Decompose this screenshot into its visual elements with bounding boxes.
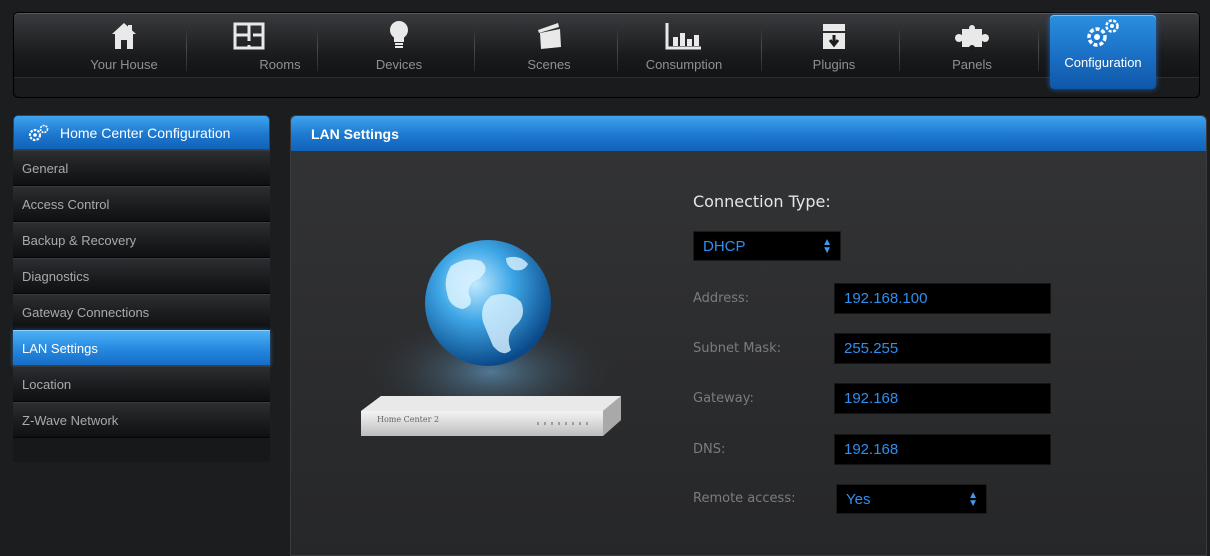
remote-access-label: Remote access:	[693, 491, 796, 506]
address-label: Address:	[693, 291, 750, 306]
nav-divider	[474, 25, 475, 71]
address-input[interactable]: 192.168.100	[834, 283, 1051, 314]
nav-divider	[761, 25, 762, 71]
sidebar-item-location[interactable]: Location	[13, 366, 270, 402]
connection-type-label: Connection Type:	[693, 192, 831, 211]
nav-divider	[317, 25, 318, 71]
sidebar-item-access-control[interactable]: Access Control	[13, 186, 270, 222]
remote-access-select[interactable]: Yes ▲ ▼	[836, 484, 987, 514]
bulb-icon	[387, 17, 411, 51]
nav-label: Your House	[90, 57, 158, 72]
sidebar-title: Home Center Configuration	[60, 124, 231, 141]
dns-input[interactable]: 192.168	[834, 434, 1051, 465]
globe-device-illustration: Home Center 2	[341, 196, 641, 470]
main-nav-bar: Your House Rooms Devices Scenes Consumpt…	[13, 12, 1200, 98]
nav-divider	[899, 25, 900, 71]
nav-item-panels[interactable]: Panels	[907, 17, 1037, 77]
nav-label: Plugins	[812, 57, 856, 72]
nav-divider	[1038, 25, 1039, 71]
select-arrows-icon: ▲ ▼	[822, 237, 832, 256]
clapperboard-icon	[534, 17, 564, 51]
nav-item-configuration[interactable]: Configuration	[1050, 15, 1156, 89]
house-icon	[110, 17, 138, 51]
sidebar-item-backup-recovery[interactable]: Backup & Recovery	[13, 222, 270, 258]
rooms-icon	[231, 17, 267, 51]
sidebar-item-diagnostics[interactable]: Diagnostics	[13, 258, 270, 294]
sidebar-header: Home Center Configuration	[13, 115, 270, 150]
sidebar-item-general[interactable]: General	[13, 150, 270, 186]
gears-icon	[1083, 15, 1123, 49]
sidebar-item-lan-settings[interactable]: LAN Settings	[13, 330, 270, 366]
remote-access-value: Yes	[846, 490, 871, 508]
nav-label: Scenes	[527, 57, 571, 72]
subnet-mask-input[interactable]: 255.255	[834, 333, 1051, 364]
nav-divider	[617, 25, 618, 71]
connection-type-value: DHCP	[703, 237, 746, 255]
subnet-mask-label: Subnet Mask:	[693, 341, 782, 356]
gears-icon	[28, 124, 50, 142]
nav-label: Devices	[375, 57, 423, 72]
select-arrows-icon: ▲ ▼	[968, 490, 978, 509]
gateway-label: Gateway:	[693, 391, 754, 406]
nav-bottom-strip	[14, 77, 1199, 97]
sidebar-item-gateway-connections[interactable]: Gateway Connections	[13, 294, 270, 330]
lan-settings-panel: LAN Settings Home Center 2 Connection Ty…	[290, 115, 1207, 556]
config-sidebar: Home Center Configuration General Access…	[13, 115, 270, 462]
nav-item-plugins[interactable]: Plugins	[769, 17, 899, 77]
nav-label: Consumption	[645, 57, 723, 72]
connection-type-select[interactable]: DHCP ▲ ▼	[693, 231, 841, 261]
dns-label: DNS:	[693, 442, 726, 457]
nav-divider	[186, 25, 187, 71]
puzzle-icon	[952, 17, 992, 51]
nav-label: Configuration	[1064, 55, 1142, 70]
nav-item-consumption[interactable]: Consumption	[624, 17, 744, 77]
nav-label: Panels	[952, 57, 992, 72]
device-label: Home Center 2	[377, 415, 440, 424]
panel-title: LAN Settings	[291, 116, 1206, 151]
bar-chart-icon	[664, 17, 704, 51]
nav-label: Rooms	[259, 57, 301, 72]
gateway-input[interactable]: 192.168	[834, 383, 1051, 414]
nav-item-devices[interactable]: Devices	[334, 17, 464, 77]
sidebar-item-z-wave-network[interactable]: Z-Wave Network	[13, 402, 270, 438]
nav-item-scenes[interactable]: Scenes	[484, 17, 614, 77]
box-icon	[820, 17, 848, 51]
nav-item-rooms[interactable]: Rooms	[189, 17, 309, 77]
nav-item-your-house[interactable]: Your House	[64, 17, 184, 77]
